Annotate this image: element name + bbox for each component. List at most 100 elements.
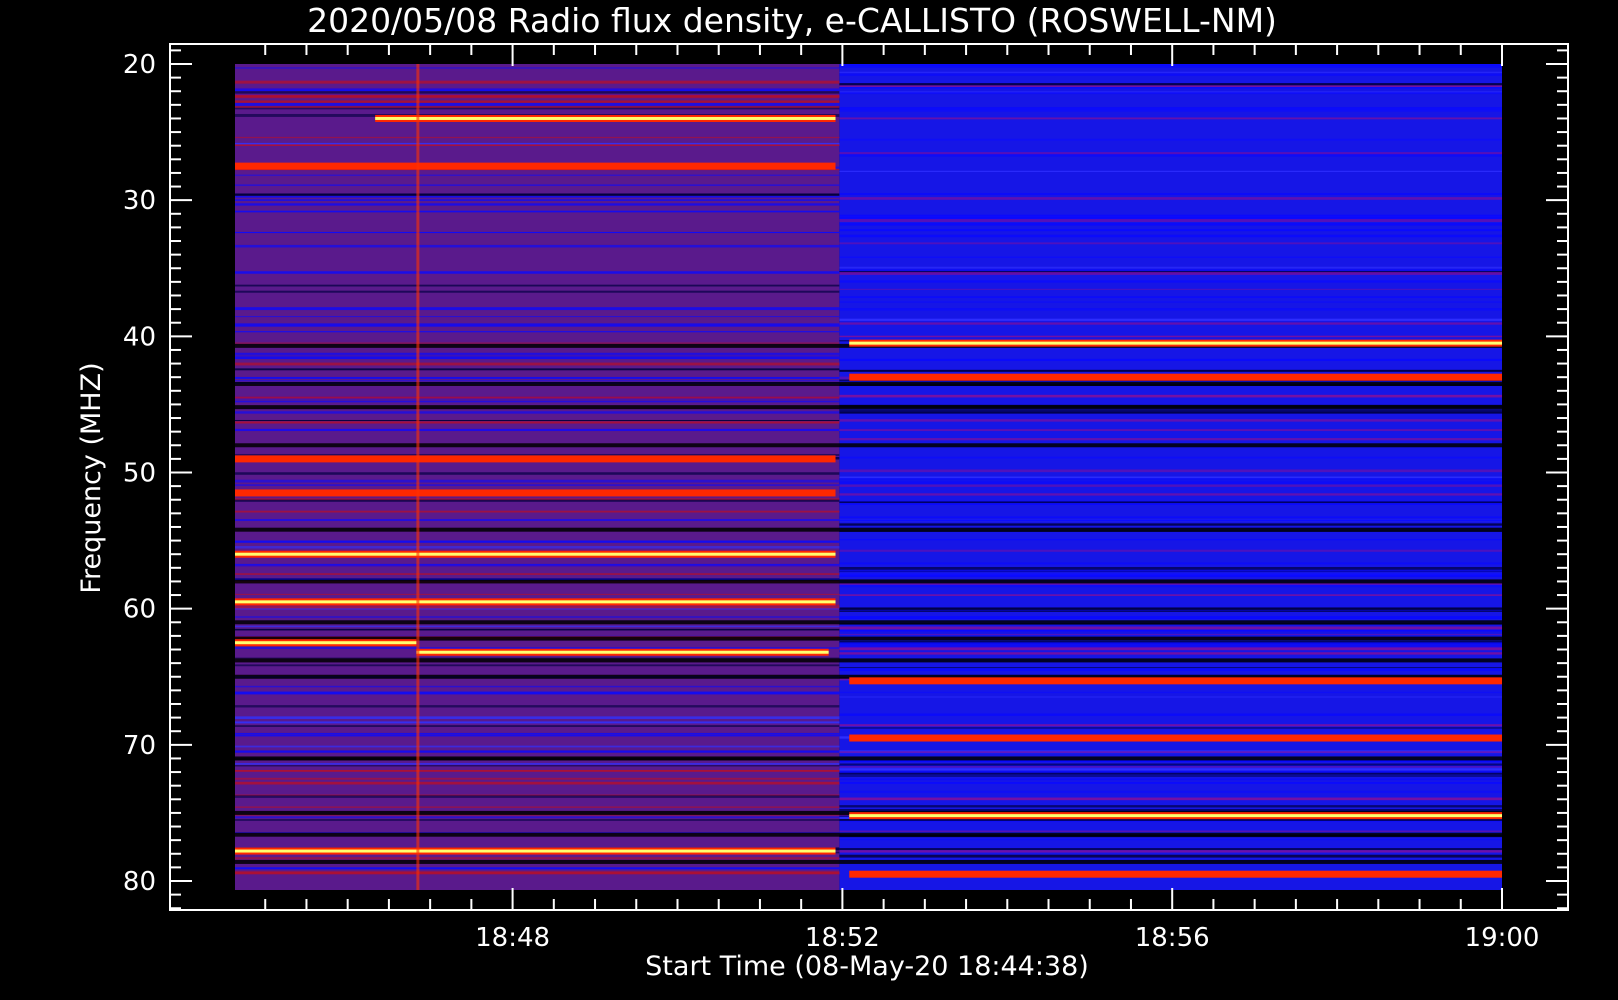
texture-line — [235, 606, 840, 609]
texture-line — [839, 763, 1502, 766]
texture-line — [839, 301, 1502, 303]
texture-line — [235, 616, 840, 618]
texture-line — [235, 89, 840, 92]
spectrogram-chart: 2020/05/08 Radio flux density, e-CALLIST… — [76, 1, 1569, 982]
texture-line — [235, 244, 840, 248]
texture-line — [839, 539, 1502, 541]
dark-band — [235, 832, 1502, 837]
texture-line — [235, 750, 840, 753]
texture-line — [839, 215, 1502, 217]
texture-line — [235, 144, 840, 146]
dark-band — [235, 443, 1502, 448]
texture-line — [839, 616, 1502, 619]
texture-line — [839, 322, 1502, 325]
texture-line — [839, 642, 1502, 644]
texture-line — [235, 806, 840, 808]
texture-line — [235, 342, 840, 344]
texture-line — [235, 510, 840, 513]
texture-line — [839, 358, 1502, 361]
texture-line — [235, 411, 840, 414]
texture-line — [839, 92, 1502, 95]
texture-line — [235, 734, 840, 737]
texture-line — [235, 769, 840, 772]
texture-line — [235, 647, 840, 649]
texture-line — [839, 691, 1502, 694]
texture-line — [235, 563, 840, 567]
texture-line — [235, 210, 840, 213]
texture-line — [235, 732, 840, 735]
y-tick-label: 20 — [123, 50, 156, 80]
texture-line — [839, 572, 1502, 576]
texture-line — [839, 117, 1502, 120]
texture-line — [839, 409, 1502, 412]
texture-line — [235, 96, 840, 98]
texture-line — [839, 170, 1502, 172]
texture-line — [235, 691, 840, 695]
texture-line — [235, 479, 840, 483]
texture-line — [235, 625, 840, 628]
texture-line — [839, 778, 1502, 781]
chart-title: 2020/05/08 Radio flux density, e-CALLIST… — [307, 1, 1277, 40]
texture-line — [839, 269, 1502, 271]
texture-line — [839, 296, 1502, 298]
texture-line — [839, 503, 1502, 506]
texture-line — [839, 790, 1502, 793]
texture-line — [235, 716, 840, 719]
texture-line — [839, 193, 1502, 196]
emission-band — [235, 455, 836, 463]
texture-line — [235, 421, 840, 424]
texture-line — [839, 481, 1502, 485]
texture-line — [235, 396, 840, 399]
texture-line — [839, 760, 1502, 762]
dark-band — [235, 527, 1502, 532]
dark-band — [235, 579, 1502, 584]
texture-line — [839, 266, 1502, 269]
texture-line — [839, 456, 1502, 459]
texture-line — [839, 234, 1502, 238]
emission-band-core — [849, 341, 1502, 345]
texture-line — [235, 762, 840, 765]
texture-line — [839, 469, 1502, 473]
texture-line — [235, 519, 840, 521]
texture-line — [839, 714, 1502, 716]
texture-line — [839, 818, 1502, 821]
texture-line — [235, 362, 840, 366]
y-tick-label: 60 — [123, 595, 156, 625]
texture-line — [839, 271, 1502, 275]
texture-line — [839, 727, 1502, 729]
y-tick-label: 80 — [123, 867, 156, 897]
texture-line — [235, 316, 840, 318]
texture-line — [235, 593, 840, 595]
texture-line — [235, 725, 840, 727]
texture-line — [839, 646, 1502, 650]
texture-line — [235, 781, 840, 785]
texture-line — [235, 199, 840, 201]
texture-line — [839, 562, 1502, 565]
texture-line — [839, 766, 1502, 768]
texture-line — [235, 685, 840, 688]
texture-line — [839, 219, 1502, 222]
texture-line — [235, 203, 840, 206]
texture-line — [839, 153, 1502, 157]
texture-line — [839, 109, 1502, 112]
texture-line — [839, 222, 1502, 226]
texture-line — [235, 105, 840, 108]
texture-line — [235, 376, 840, 379]
texture-line — [235, 664, 840, 667]
texture-line — [839, 138, 1502, 141]
texture-line — [235, 428, 840, 432]
texture-line — [235, 871, 840, 875]
texture-line — [839, 83, 1502, 86]
texture-line — [839, 395, 1502, 398]
texture-line — [839, 197, 1502, 200]
texture-line — [235, 795, 840, 798]
spectrogram-image — [235, 64, 1502, 890]
texture-line — [839, 854, 1502, 858]
texture-line — [839, 288, 1502, 290]
texture-line — [235, 380, 840, 382]
texture-line — [839, 566, 1502, 570]
emission-band-core — [235, 641, 417, 645]
texture-line — [235, 765, 840, 767]
dark-band — [235, 381, 1502, 386]
texture-line — [839, 523, 1502, 526]
